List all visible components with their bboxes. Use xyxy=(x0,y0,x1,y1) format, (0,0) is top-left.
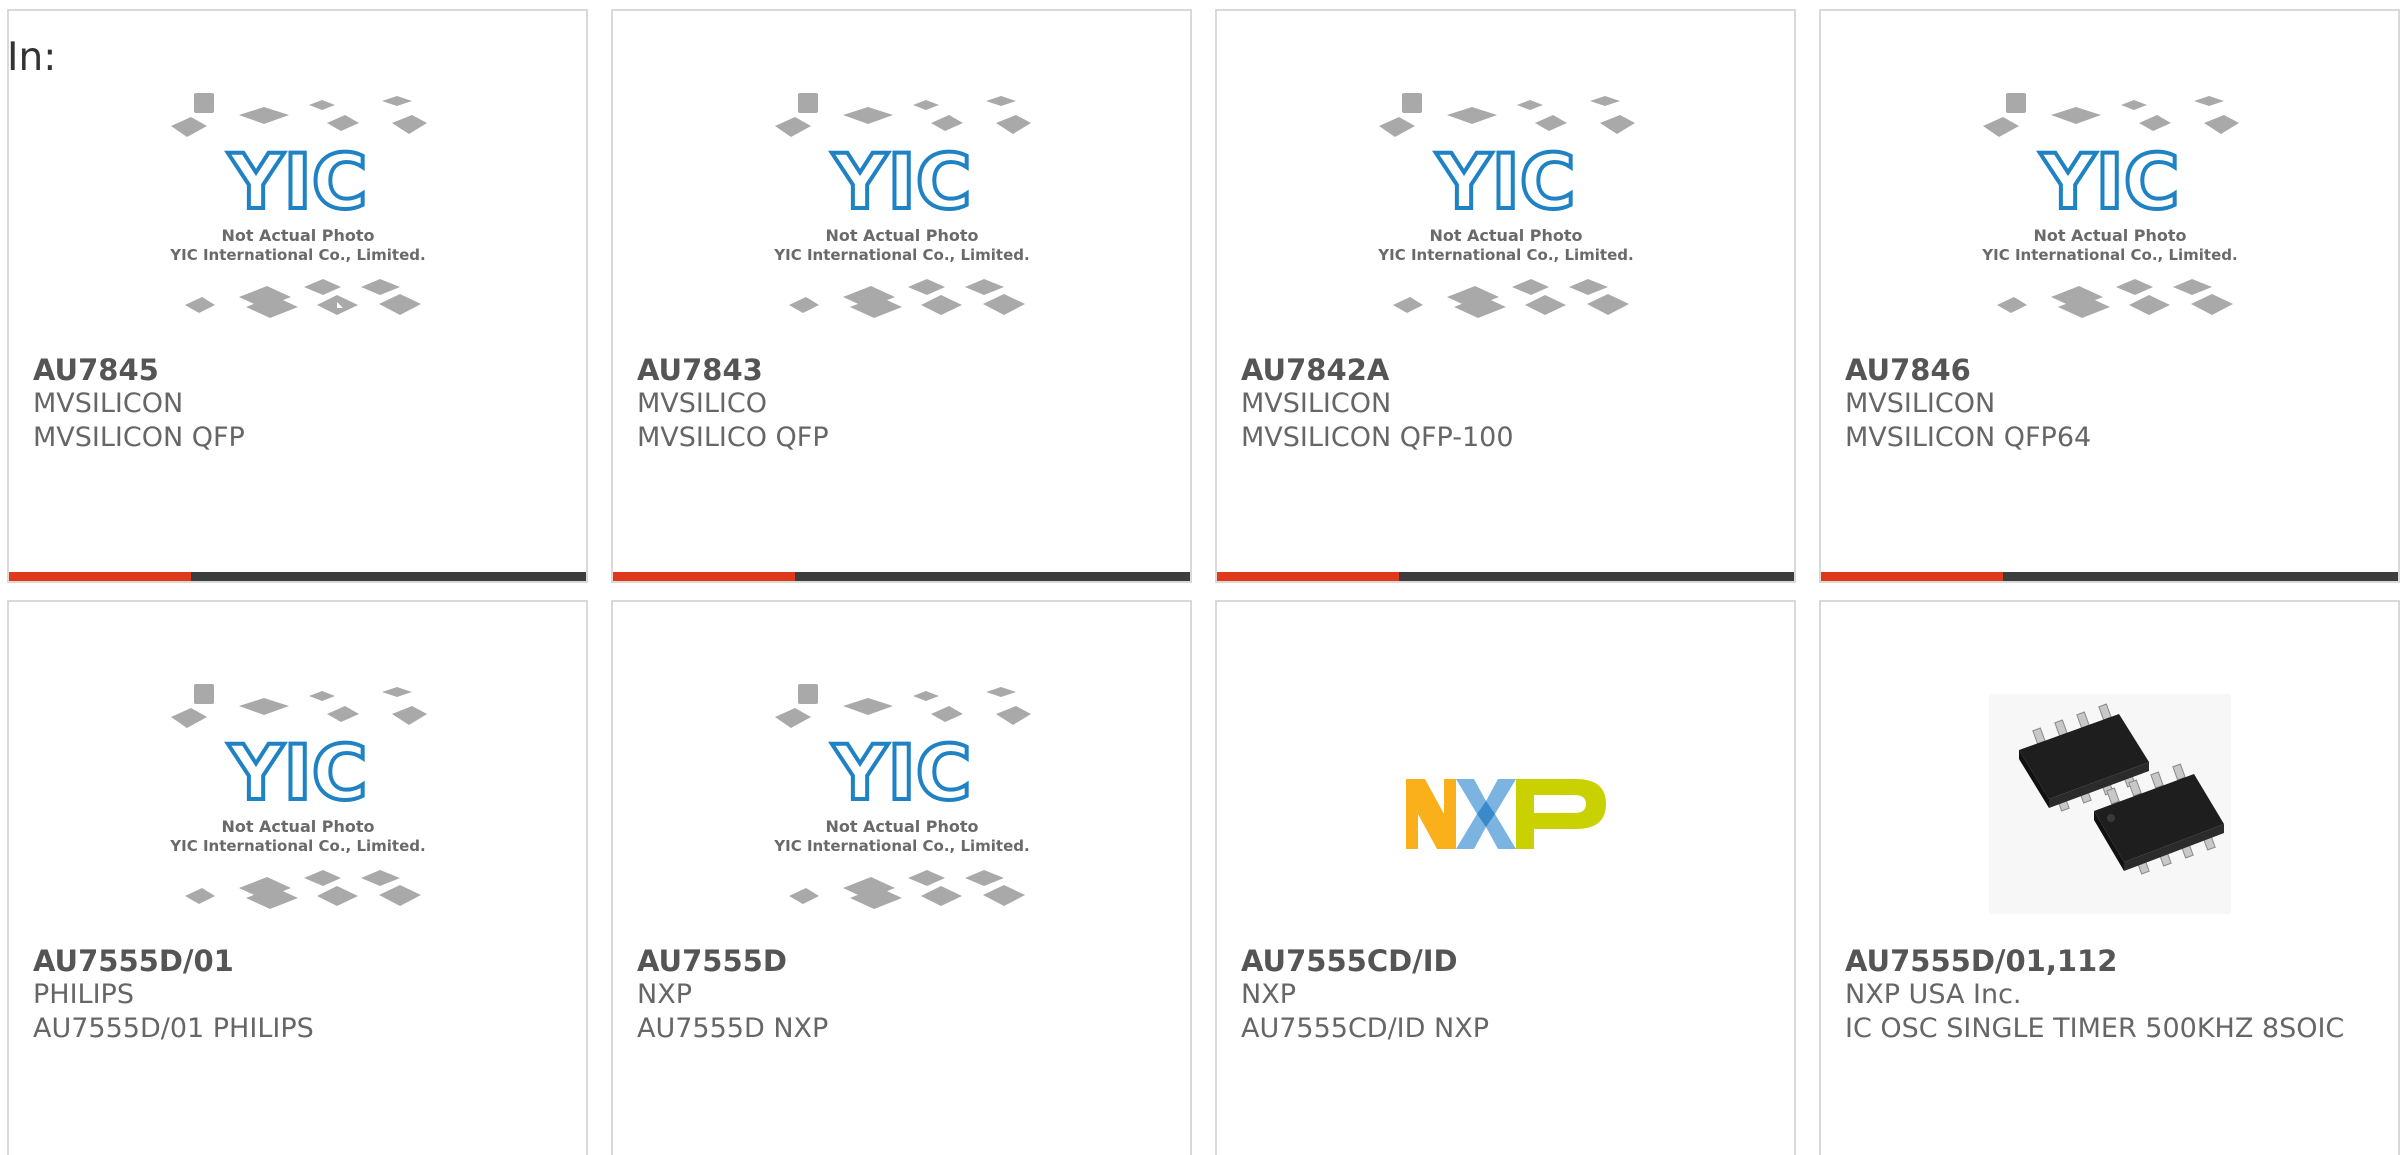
manufacturer: NXP xyxy=(1241,979,1296,1010)
product-card[interactable]: YIC Not Actual Photo YIC International C… xyxy=(7,9,588,583)
yic-placeholder-image: YIC Not Actual Photo YIC International C… xyxy=(169,684,427,909)
product-card[interactable]: AU7555D/01,112 NXP USA Inc. IC OSC SINGL… xyxy=(1819,600,2400,1155)
card-bar xyxy=(1821,572,2398,581)
svg-text:YIC: YIC xyxy=(831,137,971,226)
product-card[interactable]: YIC Not Actual Photo YIC International C… xyxy=(1819,9,2400,583)
yic-placeholder-image: YIC Not Actual Photo YIC International C… xyxy=(773,93,1031,318)
manufacturer: MVSILICON xyxy=(1241,388,1392,419)
product-card[interactable]: YIC Not Actual Photo YIC International C… xyxy=(7,600,588,1155)
part-number[interactable]: AU7843 xyxy=(637,353,763,387)
yic-placeholder-image: YIC Not Actual Photo YIC International C… xyxy=(1981,93,2239,318)
card-bar-accent xyxy=(613,572,795,581)
part-number[interactable]: AU7555CD/ID xyxy=(1241,944,1458,978)
in-label: In: xyxy=(7,35,57,80)
description: MVSILICON QFP64 xyxy=(1845,422,2092,453)
description: IC OSC SINGLE TIMER 500KHZ 8SOIC xyxy=(1845,1013,2345,1044)
svg-text:YIC International Co., Limited: YIC International Co., Limited. xyxy=(169,246,425,264)
product-image[interactable]: YIC Not Actual Photo YIC International C… xyxy=(9,684,586,944)
card-bar xyxy=(9,572,586,581)
card-bar-accent xyxy=(9,572,191,581)
part-number[interactable]: AU7845 xyxy=(33,353,159,387)
nxp-logo-image: NXP xyxy=(1405,779,1606,915)
product-image[interactable]: YIC Not Actual Photo YIC International C… xyxy=(9,93,586,353)
product-card[interactable]: YIC Not Actual Photo YIC International C… xyxy=(1215,9,1796,583)
svg-text:Not Actual Photo: Not Actual Photo xyxy=(1429,226,1582,245)
svg-text:YIC International Co., Limited: YIC International Co., Limited. xyxy=(773,246,1029,264)
product-card[interactable]: NXP AU7555CD/ID NXP AU7555CD/ID NXP xyxy=(1215,600,1796,1155)
svg-text:YIC: YIC xyxy=(227,137,367,226)
product-image[interactable]: YIC Not Actual Photo YIC International C… xyxy=(613,684,1190,944)
manufacturer: MVSILICON xyxy=(1845,388,1996,419)
svg-text:NXP: NXP xyxy=(1503,913,1508,915)
part-number[interactable]: AU7846 xyxy=(1845,353,1971,387)
product-card[interactable]: YIC Not Actual Photo YIC International C… xyxy=(611,600,1192,1155)
description: MVSILICON QFP xyxy=(33,422,245,453)
card-bar-accent xyxy=(1821,572,2003,581)
svg-text:Not Actual Photo: Not Actual Photo xyxy=(2033,226,2186,245)
svg-text:Not Actual Photo: Not Actual Photo xyxy=(221,817,374,836)
product-image[interactable] xyxy=(1821,684,2398,944)
card-bar-accent xyxy=(1217,572,1399,581)
svg-text:YIC International Co., Limited: YIC International Co., Limited. xyxy=(1377,246,1633,264)
description: MVSILICO QFP xyxy=(637,422,829,453)
card-bar xyxy=(1217,572,1794,581)
yic-placeholder-image: YIC Not Actual Photo YIC International C… xyxy=(169,93,427,318)
product-grid: YIC Not Actual Photo YIC International C… xyxy=(0,0,2400,1155)
part-number[interactable]: AU7842A xyxy=(1241,353,1389,387)
manufacturer: NXP USA Inc. xyxy=(1845,979,2022,1010)
product-image[interactable]: NXP xyxy=(1217,684,1794,944)
svg-text:YIC: YIC xyxy=(227,728,367,817)
product-image[interactable]: YIC Not Actual Photo YIC International C… xyxy=(1821,93,2398,353)
svg-text:Not Actual Photo: Not Actual Photo xyxy=(221,226,374,245)
yic-placeholder-image: YIC Not Actual Photo YIC International C… xyxy=(773,684,1031,909)
yic-placeholder-image: YIC Not Actual Photo YIC International C… xyxy=(1377,93,1635,318)
manufacturer: NXP xyxy=(637,979,692,1010)
manufacturer: PHILIPS xyxy=(33,979,134,1010)
svg-text:YIC International Co., Limited: YIC International Co., Limited. xyxy=(773,837,1029,855)
description: AU7555D/01 PHILIPS xyxy=(33,1013,314,1044)
product-card[interactable]: YIC Not Actual Photo YIC International C… xyxy=(611,9,1192,583)
product-image[interactable]: YIC Not Actual Photo YIC International C… xyxy=(613,93,1190,353)
description: AU7555D NXP xyxy=(637,1013,829,1044)
card-bar xyxy=(613,572,1190,581)
product-image[interactable]: YIC Not Actual Photo YIC International C… xyxy=(1217,93,1794,353)
part-number[interactable]: AU7555D/01 xyxy=(33,944,234,978)
part-number[interactable]: AU7555D/01,112 xyxy=(1845,944,2117,978)
svg-text:YIC: YIC xyxy=(1435,137,1575,226)
svg-text:Not Actual Photo: Not Actual Photo xyxy=(825,817,978,836)
manufacturer: MVSILICON xyxy=(33,388,184,419)
svg-text:YIC: YIC xyxy=(831,728,971,817)
description: AU7555CD/ID NXP xyxy=(1241,1013,1489,1044)
svg-text:Not Actual Photo: Not Actual Photo xyxy=(825,226,978,245)
part-number[interactable]: AU7555D xyxy=(637,944,787,978)
svg-text:YIC International Co., Limited: YIC International Co., Limited. xyxy=(1981,246,2237,264)
description: MVSILICON QFP-100 xyxy=(1241,422,1514,453)
manufacturer: MVSILICO xyxy=(637,388,767,419)
svg-text:YIC International Co., Limited: YIC International Co., Limited. xyxy=(169,837,425,855)
soic8-chip-image xyxy=(1988,694,2231,914)
svg-text:YIC: YIC xyxy=(2039,137,2179,226)
